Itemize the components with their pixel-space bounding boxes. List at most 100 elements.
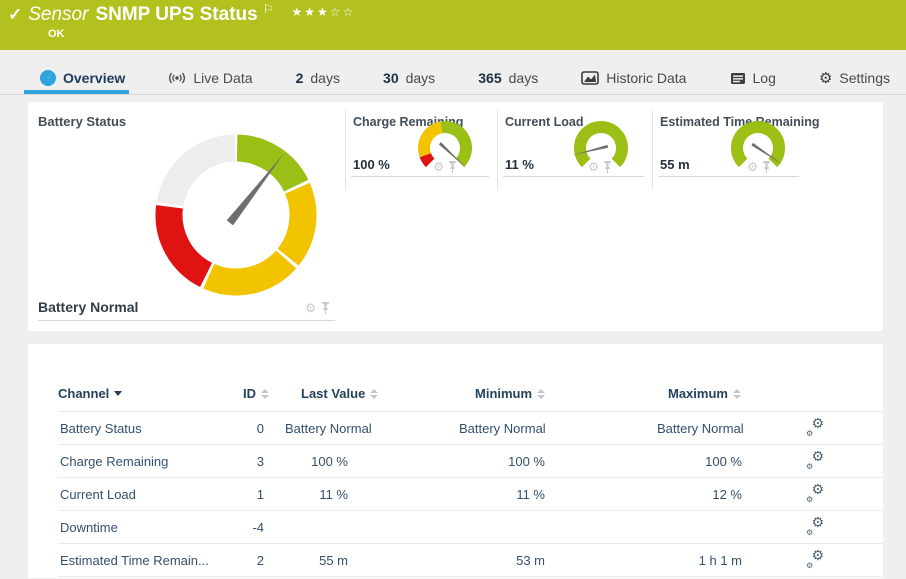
gauge-value: 11 % bbox=[505, 157, 534, 172]
column-header-minimum[interactable]: Minimum bbox=[459, 386, 657, 401]
tab-2-days[interactable]: 2 days bbox=[296, 62, 340, 94]
panel-title: Battery Status bbox=[38, 114, 126, 129]
flag-icon[interactable]: ⚐ bbox=[263, 2, 274, 16]
pin-icon[interactable] bbox=[448, 161, 457, 173]
channel-id-cell: 2 bbox=[238, 553, 283, 568]
last-value-cell: 55 m bbox=[283, 553, 459, 568]
tab-number: 365 bbox=[478, 70, 501, 86]
minimum-cell: 11 % bbox=[459, 487, 657, 502]
last-value-cell: Battery Normal bbox=[283, 421, 459, 436]
table-row: Battery Status0Battery NormalBattery Nor… bbox=[58, 412, 883, 445]
minimum-cell: Battery Normal bbox=[459, 421, 657, 436]
column-header-id[interactable]: ID bbox=[238, 386, 283, 401]
row-icon-cell: ⚙⚙ bbox=[790, 420, 883, 436]
channel-settings-icon[interactable]: ⚙⚙ bbox=[806, 486, 824, 502]
estimated-time-panel: Estimated Time Remaining 55 m ⚙ bbox=[652, 102, 807, 331]
row-icon-cell: ⚙⚙ bbox=[790, 453, 883, 469]
tab-overview[interactable]: Overview bbox=[40, 62, 125, 94]
tab-bar: Overview Live Data 2 days 30 days 365 da… bbox=[0, 62, 906, 95]
channel-settings-icon[interactable]: ⚙⚙ bbox=[806, 552, 824, 568]
gauge-value: 100 % bbox=[353, 157, 390, 172]
row-icon-cell: ⚙⚙ bbox=[790, 519, 883, 535]
sort-icon bbox=[370, 389, 378, 399]
panel-footer-line bbox=[351, 176, 489, 177]
status-badge: OK bbox=[48, 28, 65, 40]
channel-id-cell: -4 bbox=[238, 520, 283, 535]
table-row: Estimated Time Remain...255 m53 m1 h 1 m… bbox=[58, 544, 883, 577]
sort-desc-icon bbox=[114, 391, 122, 396]
channel-table-card: Channel ID Last Value Minimum Maximum Ba… bbox=[28, 344, 883, 578]
row-icon-cell: ⚙⚙ bbox=[790, 486, 883, 502]
minimum-cell: 53 m bbox=[459, 553, 657, 568]
pin-icon[interactable] bbox=[762, 161, 771, 173]
gauges-card-filler bbox=[807, 102, 883, 331]
channel-id-cell: 0 bbox=[238, 421, 283, 436]
pin-icon[interactable] bbox=[321, 302, 330, 314]
tab-number: 30 bbox=[383, 70, 399, 86]
tab-30-days[interactable]: 30 days bbox=[383, 62, 435, 94]
gauge-value: 55 m bbox=[660, 157, 690, 172]
gauge-icon bbox=[40, 70, 56, 86]
channel-id-cell: 3 bbox=[238, 454, 283, 469]
current-load-panel: Current Load 11 % ⚙ bbox=[497, 102, 652, 331]
gear-icon[interactable]: ⚙ bbox=[747, 161, 758, 173]
table-header-row: Channel ID Last Value Minimum Maximum bbox=[58, 376, 883, 412]
sensor-header: ✓ Sensor SNMP UPS Status ⚐ ★★★☆☆ OK bbox=[0, 0, 906, 50]
row-icon-cell: ⚙⚙ bbox=[790, 552, 883, 568]
tab-label: Live Data bbox=[193, 70, 252, 86]
tab-365-days[interactable]: 365 days bbox=[478, 62, 538, 94]
tab-label: Log bbox=[753, 70, 776, 86]
maximum-cell: 12 % bbox=[657, 487, 790, 502]
gear-icon[interactable]: ⚙ bbox=[305, 302, 316, 314]
gear-icon[interactable]: ⚙ bbox=[433, 161, 444, 173]
column-header-maximum[interactable]: Maximum bbox=[657, 386, 790, 401]
minimum-cell: 100 % bbox=[459, 454, 657, 469]
panel-footer-line bbox=[503, 176, 644, 177]
panel-footer-line bbox=[658, 176, 799, 177]
log-icon bbox=[730, 72, 746, 85]
channel-name-cell[interactable]: Current Load bbox=[58, 487, 238, 502]
maximum-cell: 100 % bbox=[657, 454, 790, 469]
sort-icon bbox=[733, 389, 741, 399]
panel-footer-line bbox=[38, 320, 335, 321]
last-value-cell: 100 % bbox=[283, 454, 459, 469]
tab-label: days bbox=[310, 70, 340, 86]
sort-icon bbox=[537, 389, 545, 399]
gear-icon[interactable]: ⚙ bbox=[588, 161, 599, 173]
maximum-cell: Battery Normal bbox=[657, 421, 790, 436]
ok-check-icon: ✓ bbox=[8, 5, 22, 25]
channel-id-cell: 1 bbox=[238, 487, 283, 502]
channel-name-cell[interactable]: Downtime bbox=[58, 520, 238, 535]
channel-name-cell[interactable]: Battery Status bbox=[58, 421, 238, 436]
tab-historic-data[interactable]: Historic Data bbox=[581, 62, 686, 94]
table-body: Battery Status0Battery NormalBattery Nor… bbox=[28, 412, 883, 577]
tab-live-data[interactable]: Live Data bbox=[168, 62, 252, 94]
tab-settings[interactable]: ⚙ Settings bbox=[819, 62, 890, 94]
charge-remaining-panel: Charge Remaining 100 % ⚙ bbox=[345, 102, 497, 331]
tab-number: 2 bbox=[296, 70, 304, 86]
tab-label: Overview bbox=[63, 70, 125, 86]
tab-log[interactable]: Log bbox=[730, 62, 776, 94]
table-row: Current Load111 %11 %12 %⚙⚙ bbox=[58, 478, 883, 511]
overview-gauges-card: Battery Status Battery Normal ⚙ Charge R… bbox=[28, 102, 883, 331]
sensor-kind-label: Sensor bbox=[28, 4, 88, 26]
battery-status-gauge[interactable] bbox=[150, 129, 322, 301]
battery-status-value: Battery Normal bbox=[38, 299, 138, 315]
column-header-channel[interactable]: Channel bbox=[58, 386, 238, 401]
channel-name-cell[interactable]: Charge Remaining bbox=[58, 454, 238, 469]
tab-label: Settings bbox=[839, 70, 890, 86]
sort-icon bbox=[261, 389, 269, 399]
channel-settings-icon[interactable]: ⚙⚙ bbox=[806, 420, 824, 436]
priority-stars[interactable]: ★★★☆☆ bbox=[291, 5, 355, 19]
channel-settings-icon[interactable]: ⚙⚙ bbox=[806, 453, 824, 469]
tab-label: days bbox=[509, 70, 539, 86]
live-data-icon bbox=[168, 71, 186, 85]
pin-icon[interactable] bbox=[603, 161, 612, 173]
last-value-cell: 11 % bbox=[283, 487, 459, 502]
column-header-last-value[interactable]: Last Value bbox=[283, 386, 459, 401]
channel-name-cell[interactable]: Estimated Time Remain... bbox=[58, 553, 238, 568]
tab-label: Historic Data bbox=[606, 70, 686, 86]
channel-settings-icon[interactable]: ⚙⚙ bbox=[806, 519, 824, 535]
historic-chart-icon bbox=[581, 71, 599, 85]
tab-label: days bbox=[406, 70, 436, 86]
